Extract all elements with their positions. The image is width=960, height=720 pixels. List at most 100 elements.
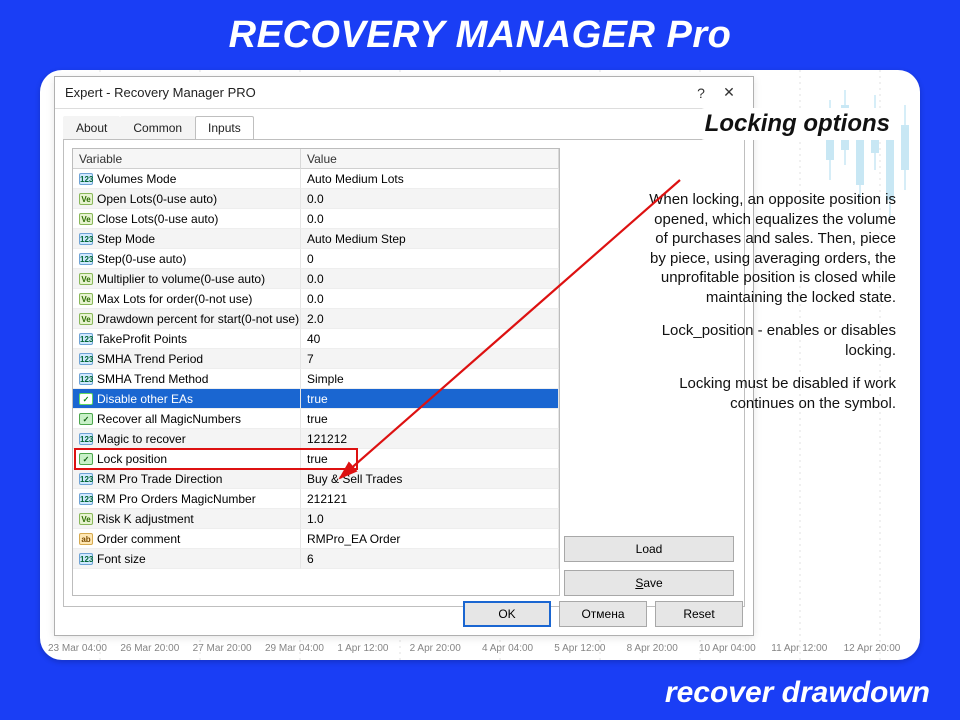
annotation-p3: Locking must be disabled if work continu… — [646, 374, 896, 413]
time-tick: 11 Apr 12:00 — [771, 643, 839, 654]
param-value-cell[interactable]: 0.0 — [301, 269, 559, 289]
param-value-cell[interactable]: 0 — [301, 249, 559, 269]
param-row[interactable]: 123Font size6 — [73, 549, 559, 569]
param-name-cell: 123Font size — [73, 549, 301, 569]
int-type-icon: 123 — [79, 493, 93, 505]
double-type-icon: Ve — [79, 193, 93, 205]
param-value-cell[interactable]: 121212 — [301, 429, 559, 449]
param-row[interactable]: 123Step(0-use auto)0 — [73, 249, 559, 269]
param-name: Order comment — [97, 529, 180, 549]
param-row[interactable]: Ve Risk K adjustment 1.0 — [73, 509, 559, 529]
param-value-cell[interactable]: 0.0 — [301, 209, 559, 229]
close-icon[interactable]: ✕ — [715, 82, 743, 104]
tab-about[interactable]: About — [63, 116, 120, 140]
param-value-cell[interactable]: 7 — [301, 349, 559, 369]
side-buttons: Load Save — [564, 536, 734, 596]
time-axis: 23 Mar 04:0026 Mar 20:0027 Mar 20:0029 M… — [40, 643, 920, 654]
time-tick: 10 Apr 04:00 — [699, 643, 767, 654]
param-name-cell: ✓Disable other EAs — [73, 389, 301, 409]
param-name-cell: 123SMHA Trend Method — [73, 369, 301, 389]
param-row[interactable]: ✓ Recover all MagicNumbers true — [73, 409, 559, 429]
reset-button[interactable]: Reset — [655, 601, 743, 627]
param-name: Close Lots(0-use auto) — [97, 209, 218, 229]
param-value-cell[interactable]: Auto Medium Step — [301, 229, 559, 249]
param-value-cell[interactable]: 40 — [301, 329, 559, 349]
cancel-button[interactable]: Отмена — [559, 601, 647, 627]
time-tick: 8 Apr 20:00 — [627, 643, 695, 654]
param-name-cell: 123Step(0-use auto) — [73, 249, 301, 269]
param-row[interactable]: 123Volumes ModeAuto Medium Lots — [73, 169, 559, 189]
param-name-cell: 123RM Pro Trade Direction — [73, 469, 301, 489]
bool-type-icon: ✓ — [79, 413, 93, 425]
param-value-cell[interactable]: 1.0 — [301, 509, 559, 529]
param-row[interactable]: Ve Close Lots(0-use auto) 0.0 — [73, 209, 559, 229]
time-tick: 23 Mar 04:00 — [48, 643, 116, 654]
dialog-titlebar: Expert - Recovery Manager PRO ? ✕ — [55, 77, 753, 109]
param-value-cell[interactable]: 6 — [301, 549, 559, 569]
string-type-icon: ab — [79, 533, 93, 545]
param-name: Recover all MagicNumbers — [97, 409, 241, 429]
param-value-cell[interactable]: true — [301, 409, 559, 429]
param-name: Disable other EAs — [97, 389, 193, 409]
param-row[interactable]: VeOpen Lots(0-use auto)0.0 — [73, 189, 559, 209]
param-row[interactable]: 123Step ModeAuto Medium Step — [73, 229, 559, 249]
dialog-buttons: OK Отмена Reset — [463, 601, 743, 627]
annotation-body: When locking, an opposite position is op… — [646, 190, 896, 427]
param-name-cell: VeMultiplier to volume(0-use auto) — [73, 269, 301, 289]
page-title: RECOVERY MANAGER Pro — [0, 0, 960, 67]
param-row[interactable]: 123TakeProfit Points40 — [73, 329, 559, 349]
param-value-cell[interactable]: 0.0 — [301, 289, 559, 309]
ok-button[interactable]: OK — [463, 601, 551, 627]
param-value-cell[interactable]: Simple — [301, 369, 559, 389]
col-value: Value — [301, 149, 559, 169]
param-value-cell[interactable]: 0.0 — [301, 189, 559, 209]
annotation-title: Locking options — [699, 108, 896, 140]
grid-header: Variable Value — [73, 149, 559, 169]
time-tick: 29 Mar 04:00 — [265, 643, 333, 654]
param-name: Risk K adjustment — [97, 509, 194, 529]
int-type-icon: 123 — [79, 433, 93, 445]
param-row[interactable]: 123SMHA Trend Period7 — [73, 349, 559, 369]
tab-common[interactable]: Common — [120, 116, 195, 140]
param-row[interactable]: VeDrawdown percent for start(0-not use)2… — [73, 309, 559, 329]
param-row[interactable]: 123RM Pro Trade DirectionBuy & Sell Trad… — [73, 469, 559, 489]
tab-inputs[interactable]: Inputs — [195, 116, 254, 140]
time-tick: 2 Apr 20:00 — [410, 643, 478, 654]
param-value-cell[interactable]: 2.0 — [301, 309, 559, 329]
param-value-cell[interactable]: true — [301, 389, 559, 409]
param-value-cell[interactable]: Buy & Sell Trades — [301, 469, 559, 489]
double-type-icon: Ve — [79, 313, 93, 325]
param-name-cell: 123Volumes Mode — [73, 169, 301, 189]
tab-strip: About Common Inputs — [55, 109, 753, 139]
param-row[interactable]: 123SMHA Trend MethodSimple — [73, 369, 559, 389]
param-name: Magic to recover — [97, 429, 186, 449]
param-name-cell: ab Order comment — [73, 529, 301, 549]
param-name: Font size — [97, 549, 146, 569]
param-name-cell: Ve Close Lots(0-use auto) — [73, 209, 301, 229]
param-value-cell[interactable]: Auto Medium Lots — [301, 169, 559, 189]
save-button[interactable]: Save — [564, 570, 734, 596]
param-name-cell: 123Step Mode — [73, 229, 301, 249]
param-value-cell[interactable]: true — [301, 449, 559, 469]
double-type-icon: Ve — [79, 213, 93, 225]
param-row[interactable]: VeMax Lots for order(0-not use)0.0 — [73, 289, 559, 309]
time-tick: 5 Apr 12:00 — [554, 643, 622, 654]
time-tick: 26 Mar 20:00 — [120, 643, 188, 654]
help-button[interactable]: ? — [687, 82, 715, 104]
param-row[interactable]: ab Order comment RMPro_EA Order — [73, 529, 559, 549]
param-value-cell[interactable]: RMPro_EA Order — [301, 529, 559, 549]
int-type-icon: 123 — [79, 173, 93, 185]
param-row[interactable]: ✓Disable other EAstrue — [73, 389, 559, 409]
double-type-icon: Ve — [79, 513, 93, 525]
param-value-cell[interactable]: 212121 — [301, 489, 559, 509]
bool-type-icon: ✓ — [79, 453, 93, 465]
param-name-cell: Ve Risk K adjustment — [73, 509, 301, 529]
param-row[interactable]: 123RM Pro Orders MagicNumber212121 — [73, 489, 559, 509]
inputs-grid[interactable]: Variable Value 123Volumes ModeAuto Mediu… — [72, 148, 560, 596]
param-row[interactable]: 123 Magic to recover 121212 — [73, 429, 559, 449]
param-name-cell: VeDrawdown percent for start(0-not use) — [73, 309, 301, 329]
load-button[interactable]: Load — [564, 536, 734, 562]
card: 23 Mar 04:0026 Mar 20:0027 Mar 20:0029 M… — [40, 70, 920, 660]
param-row[interactable]: ✓Lock positiontrue — [73, 449, 559, 469]
param-row[interactable]: VeMultiplier to volume(0-use auto)0.0 — [73, 269, 559, 289]
